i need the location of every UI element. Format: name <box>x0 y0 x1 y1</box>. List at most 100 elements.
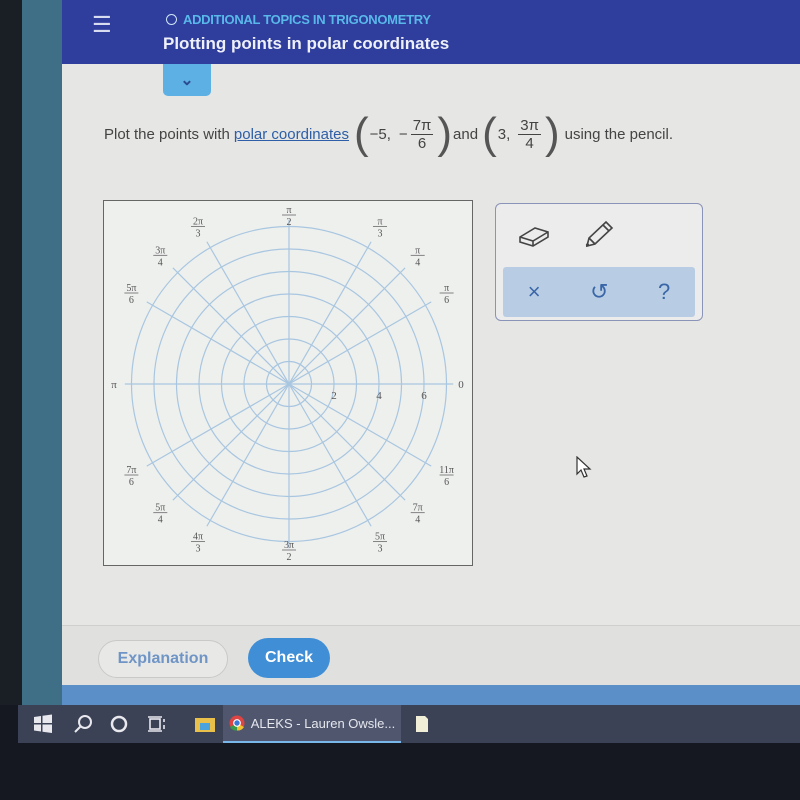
grid-ray <box>172 383 290 501</box>
angle-label-denominator: 4 <box>415 515 420 526</box>
windows-start-button[interactable] <box>26 705 60 743</box>
mouse-cursor-icon <box>576 456 592 478</box>
angle-label-denominator: 3 <box>378 228 383 239</box>
question-prefix: Plot the points with <box>104 125 230 143</box>
angle-label-numerator: π <box>415 245 420 256</box>
polar-graph[interactable]: 0 π 6 π 4 π 3 π 2 2π 3 3π 4 5π 6 π 7π 6 5π 4 4π 3 3π 2 5π 3 7π 4 11π… <box>103 200 473 566</box>
page-title: Plotting points in polar coordinates <box>163 34 450 53</box>
angle-label-numerator: π <box>377 216 382 227</box>
radial-label: 6 <box>421 390 427 402</box>
search-icon <box>74 715 92 733</box>
point1-theta: 7π 6 <box>410 116 434 152</box>
file-explorer-button[interactable] <box>188 705 222 743</box>
angle-label-numerator: 11π <box>439 465 454 476</box>
radial-label: 2 <box>331 390 337 402</box>
browser-bottom-bar <box>62 685 800 705</box>
grid-ray <box>146 301 290 385</box>
point1-sign: − <box>398 125 408 143</box>
left-panel <box>22 0 62 705</box>
windows-icon <box>34 714 52 733</box>
paren: ) <box>544 109 560 158</box>
angle-label-denominator: 3 <box>196 228 201 239</box>
hamburger-icon[interactable]: ☰ <box>92 14 116 36</box>
question-suffix: using the pencil. <box>564 125 674 143</box>
point2-theta: 3π 4 <box>518 117 541 152</box>
grid-ray <box>288 267 406 385</box>
polar-coordinates-link[interactable]: polar coordinates <box>234 126 349 143</box>
cortana-button[interactable] <box>102 705 136 743</box>
tool-panel: × ↺ ? <box>495 203 703 321</box>
polar-grid-svg[interactable]: 0π6π4π3π22π33π45π6π7π65π44π3 3π25π37π411π… <box>104 201 471 564</box>
paren: ( <box>482 109 497 158</box>
numerator: 7π <box>410 116 434 135</box>
notepad-button[interactable] <box>410 705 434 743</box>
eraser-button[interactable] <box>514 218 554 254</box>
denominator: 4 <box>525 134 534 152</box>
angle-label-denominator: 2 <box>287 217 292 228</box>
angle-label-numerator: 5π <box>155 503 165 514</box>
grid-ray <box>288 383 432 467</box>
angle-label-denominator: 6 <box>129 477 134 488</box>
angle-label-denominator: 3 <box>378 544 383 555</box>
explanation-button[interactable]: Explanation <box>98 640 228 678</box>
clear-button[interactable]: × <box>528 279 541 305</box>
angle-label-numerator: 7π <box>413 503 423 514</box>
angle-label-denominator: 6 <box>444 295 449 306</box>
chrome-icon <box>229 715 245 731</box>
grid-ray <box>288 301 432 385</box>
angle-label-denominator: 4 <box>158 257 163 268</box>
progress-ring-icon <box>166 14 177 25</box>
topic-text: ADDITIONAL TOPICS IN TRIGONOMETRY <box>183 12 431 27</box>
eraser-icon <box>519 227 549 247</box>
grid-ray <box>206 383 290 527</box>
point2-r: 3, <box>497 125 511 143</box>
taskbar: ALEKS - Lauren Owsle... <box>18 705 800 743</box>
grid-ray <box>288 383 406 501</box>
angle-label: 0 <box>458 379 464 391</box>
angle-label-denominator: 4 <box>158 515 163 526</box>
check-button[interactable]: Check <box>248 638 330 678</box>
grid-ray <box>172 267 290 385</box>
paren: ) <box>437 109 453 158</box>
radial-label: 4 <box>376 390 382 402</box>
grid-ray <box>206 241 290 385</box>
angle-label-numerator: π <box>286 205 291 216</box>
angle-label-numerator: 7π <box>126 465 136 476</box>
folder-icon <box>195 718 215 732</box>
angle-label-numerator: 3π <box>155 245 165 256</box>
undo-button[interactable]: ↺ <box>590 279 608 305</box>
search-button[interactable] <box>66 705 100 743</box>
task-view-icon <box>148 716 165 732</box>
task-view-button[interactable] <box>140 705 174 743</box>
angle-label-numerator: 5π <box>375 532 385 543</box>
angle-label-numerator: 4π <box>193 532 203 543</box>
document-icon <box>416 716 428 732</box>
angle-label-denominator: 2 <box>287 552 292 563</box>
question-text: Plot the points with polar coordinates (… <box>104 104 673 164</box>
grid-ray <box>146 383 290 467</box>
paren: ( <box>353 109 369 158</box>
angle-label-denominator: 3 <box>196 544 201 555</box>
taskbar-chrome-window[interactable]: ALEKS - Lauren Owsle... <box>223 705 401 743</box>
pencil-button[interactable] <box>578 216 618 252</box>
angle-label-numerator: π <box>444 283 449 294</box>
angle-label: π <box>111 379 117 391</box>
angle-label-numerator: 5π <box>126 283 136 294</box>
chrome-window-title: ALEKS - Lauren Owsle... <box>250 715 396 731</box>
action-toolbar: × ↺ ? <box>503 267 695 317</box>
numerator: 3π <box>518 116 541 135</box>
angle-label-numerator: 3π <box>284 540 294 551</box>
help-button[interactable]: ? <box>658 279 670 305</box>
angle-label-numerator: 2π <box>193 216 203 227</box>
screen-bezel <box>0 0 22 705</box>
and-text: and <box>453 125 479 143</box>
denominator: 6 <box>417 134 427 152</box>
expand-button[interactable]: ⌄ <box>163 64 211 96</box>
chevron-down-icon: ⌄ <box>180 72 194 89</box>
header-bar <box>62 0 800 64</box>
topic-label: ADDITIONAL TOPICS IN TRIGONOMETRY <box>166 12 431 27</box>
grid-ray <box>288 241 372 385</box>
cortana-icon <box>110 715 128 733</box>
angle-label-denominator: 6 <box>129 295 134 306</box>
grid-ray <box>288 383 372 527</box>
